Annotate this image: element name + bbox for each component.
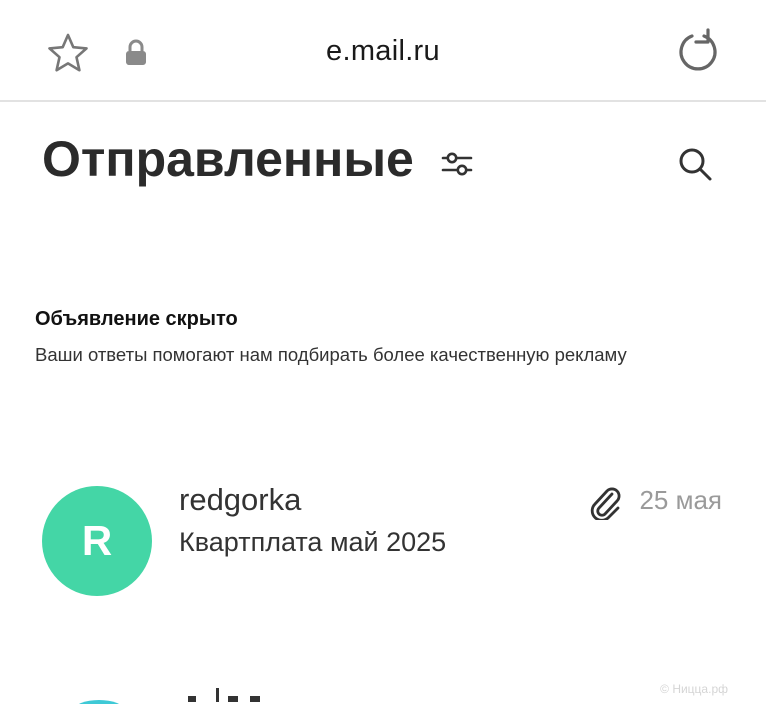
reload-icon[interactable] [674,28,722,76]
paperclip-icon [590,487,621,520]
message-date: 25 мая [639,485,722,515]
sender-avatar-partial [74,700,124,704]
page-title: Отправленные [42,131,414,187]
browser-url-bar: e.mail.ru [0,0,766,102]
sender-avatar: R [42,486,152,596]
message-row[interactable]: R redgorka Квартплата май 2025 25 мая [0,470,766,620]
message-row-partial[interactable] [0,676,766,704]
url-domain[interactable]: e.mail.ru [0,35,766,68]
message-subject: Квартплата май 2025 [179,527,447,557]
message-sender: redgorka [179,482,302,517]
sender-text-partial [188,688,260,702]
ad-hidden-title: Объявление скрыто [35,308,238,330]
search-icon[interactable] [676,145,714,183]
watermark: © Ницца.рф [660,682,728,696]
ad-hidden-text: Ваши ответы помогают нам подбирать более… [35,344,627,365]
sliders-icon[interactable] [440,148,474,180]
